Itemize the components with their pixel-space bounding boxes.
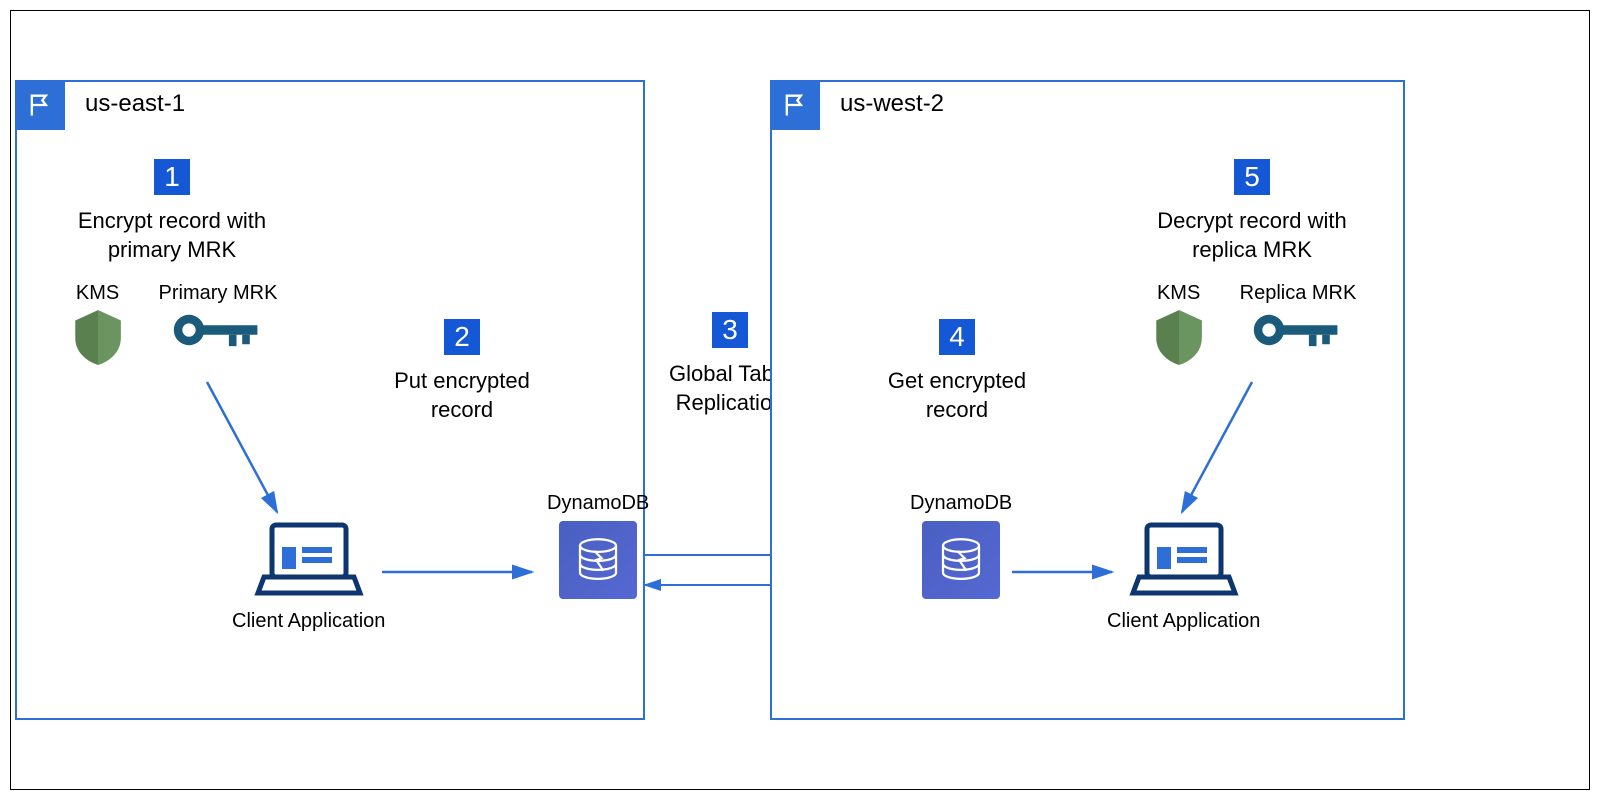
kms-icon-group-right: KMS (1148, 282, 1210, 367)
laptop-icon (1129, 517, 1239, 602)
client-app-right-group: Client Application (1107, 517, 1260, 633)
region-left-title: us-east-1 (85, 90, 185, 118)
region-flag-icon (15, 80, 65, 130)
step-4-text: Get encryptedrecord (888, 367, 1026, 424)
dynamodb-left-group: DynamoDB (547, 492, 649, 599)
kms-shield-icon (67, 305, 129, 367)
step-2-text: Put encryptedrecord (394, 367, 530, 424)
kms-label: KMS (76, 282, 119, 305)
laptop-icon (254, 517, 364, 602)
step-4-badge: 4 (937, 317, 977, 357)
client-app-left-group: Client Application (232, 517, 385, 633)
step-2-badge: 2 (442, 317, 482, 357)
step-5-group: 5 Decrypt record withreplica MRK KMS Rep… (1127, 157, 1377, 367)
key-icon (170, 305, 265, 355)
kms-icon-group: KMS (67, 282, 129, 367)
step-5-badge: 5 (1232, 157, 1272, 197)
client-app-right-label: Client Application (1107, 610, 1260, 633)
region-right-title: us-west-2 (840, 90, 944, 118)
replica-mrk-icon-group: Replica MRK (1240, 282, 1357, 355)
replica-mrk-label: Replica MRK (1240, 282, 1357, 305)
step-3-badge: 3 (710, 310, 750, 350)
client-app-left-label: Client Application (232, 610, 385, 633)
region-flag-icon (770, 80, 820, 130)
dynamodb-right-label: DynamoDB (910, 492, 1012, 515)
dynamodb-icon (922, 521, 1000, 599)
primary-mrk-icon-group: Primary MRK (159, 282, 278, 355)
region-us-east-1: us-east-1 1 Encrypt record withprimary M… (15, 80, 645, 720)
step-1-badge: 1 (152, 157, 192, 197)
step-5-text: Decrypt record withreplica MRK (1157, 207, 1347, 264)
kms-label-right: KMS (1157, 282, 1200, 305)
dynamodb-icon (559, 521, 637, 599)
flag-icon (781, 91, 809, 119)
step-4-group: 4 Get encryptedrecord (847, 317, 1067, 424)
step-1-text: Encrypt record withprimary MRK (78, 207, 266, 264)
step-1-group: 1 Encrypt record withprimary MRK KMS Pri… (47, 157, 297, 367)
primary-mrk-label: Primary MRK (159, 282, 278, 305)
flag-icon (26, 91, 54, 119)
region-us-west-2: us-west-2 4 Get encryptedrecord 5 Decryp… (770, 80, 1405, 720)
step-2-group: 2 Put encryptedrecord (352, 317, 572, 424)
dynamodb-left-label: DynamoDB (547, 492, 649, 515)
key-icon (1250, 305, 1345, 355)
dynamodb-right-group: DynamoDB (910, 492, 1012, 599)
kms-shield-icon (1148, 305, 1210, 367)
